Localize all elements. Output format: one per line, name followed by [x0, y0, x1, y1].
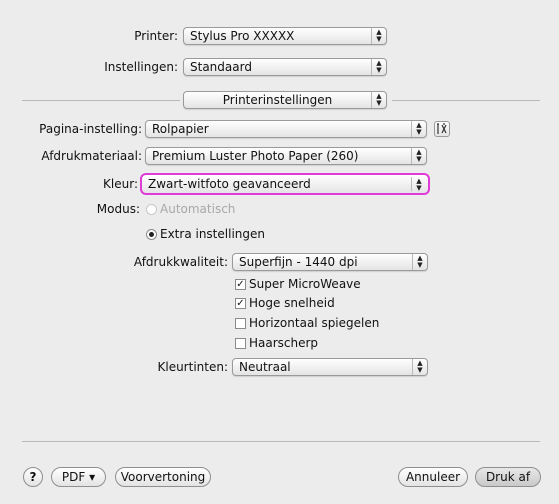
checkmark-icon: ✓	[236, 298, 245, 309]
mode-label: Modus:	[96, 202, 140, 216]
tint-value: Neutraal	[239, 360, 291, 374]
help-button[interactable]: ?	[23, 467, 43, 487]
mirror-horizontal-label: Horizontaal spiegelen	[249, 316, 380, 330]
mode-custom-radio[interactable]	[146, 229, 157, 240]
super-microweave-checkbox[interactable]: ✓	[235, 279, 246, 290]
quality-value: Superfijn - 1440 dpi	[239, 255, 358, 269]
up-down-arrows-icon: ▲ ▼	[371, 28, 386, 44]
up-down-arrows-icon: ▲ ▼	[371, 59, 386, 75]
high-speed-checkbox[interactable]: ✓	[235, 298, 246, 309]
print-dialog: { "printer": {"label": "Printer:", "valu…	[0, 0, 559, 504]
page-setup-popup[interactable]: Rolpapier ▲ ▼	[145, 120, 427, 138]
media-value: Premium Luster Photo Paper (260)	[152, 149, 359, 163]
media-popup[interactable]: Premium Luster Photo Paper (260) ▲ ▼	[145, 147, 427, 165]
cancel-button[interactable]: Annuleer	[398, 467, 468, 487]
pdf-button[interactable]: PDF ▾	[51, 467, 106, 487]
printer-popup[interactable]: Stylus Pro XXXXX ▲ ▼	[183, 27, 387, 45]
tint-popup[interactable]: Neutraal ▲ ▼	[232, 358, 428, 376]
printer-label: Printer:	[134, 29, 178, 43]
page-setup-value: Rolpapier	[152, 122, 209, 136]
quality-label: Afdrukkwaliteit:	[133, 255, 228, 269]
tint-label: Kleurtinten:	[157, 360, 228, 374]
quality-popup[interactable]: Superfijn - 1440 dpi ▲ ▼	[232, 253, 428, 271]
printer-value: Stylus Pro XXXXX	[190, 29, 295, 43]
color-label: Kleur:	[103, 177, 138, 191]
high-speed-label: Hoge snelheid	[249, 296, 335, 310]
settings-popup[interactable]: Standaard ▲ ▼	[183, 58, 387, 76]
settings-label: Instellingen:	[104, 60, 178, 74]
up-down-arrows-icon: ▲ ▼	[411, 148, 426, 164]
print-button[interactable]: Druk af	[475, 467, 541, 487]
up-down-arrows-icon: ▲ ▼	[412, 359, 427, 375]
media-label: Afdrukmateriaal:	[41, 149, 142, 163]
separator-left	[22, 100, 180, 101]
mode-auto-label: Automatisch	[160, 202, 236, 216]
page-setup-label: Pagina-instelling:	[39, 122, 142, 136]
footer-separator	[22, 441, 540, 442]
mirror-horizontal-checkbox[interactable]	[235, 318, 246, 329]
up-down-arrows-icon: ▲ ▼	[371, 92, 386, 108]
mode-auto-radio[interactable]	[146, 204, 157, 215]
finest-detail-label: Haarscherp	[249, 336, 319, 350]
radio-dot-icon	[149, 232, 154, 237]
settings-value: Standaard	[190, 60, 252, 74]
up-down-arrows-icon: ▲ ▼	[412, 254, 427, 270]
preview-button[interactable]: Voorvertoning	[115, 467, 211, 487]
up-down-arrows-icon: ▲ ▼	[411, 121, 426, 137]
color-popup[interactable]: Zwart-witfoto geavanceerd ▲ ▼	[140, 173, 430, 195]
color-value: Zwart-witfoto geavanceerd	[148, 177, 311, 191]
checkmark-icon: ✓	[236, 279, 245, 290]
panel-popup[interactable]: Printerinstellingen ▲ ▼	[183, 91, 387, 109]
up-down-arrows-icon: ▲ ▼	[411, 177, 426, 192]
finest-detail-checkbox[interactable]	[235, 338, 246, 349]
tools-icon[interactable]	[434, 121, 450, 137]
panel-value: Printerinstellingen	[222, 93, 333, 107]
mode-custom-label: Extra instellingen	[160, 227, 265, 241]
separator-right	[392, 100, 540, 101]
super-microweave-label: Super MicroWeave	[249, 277, 361, 291]
